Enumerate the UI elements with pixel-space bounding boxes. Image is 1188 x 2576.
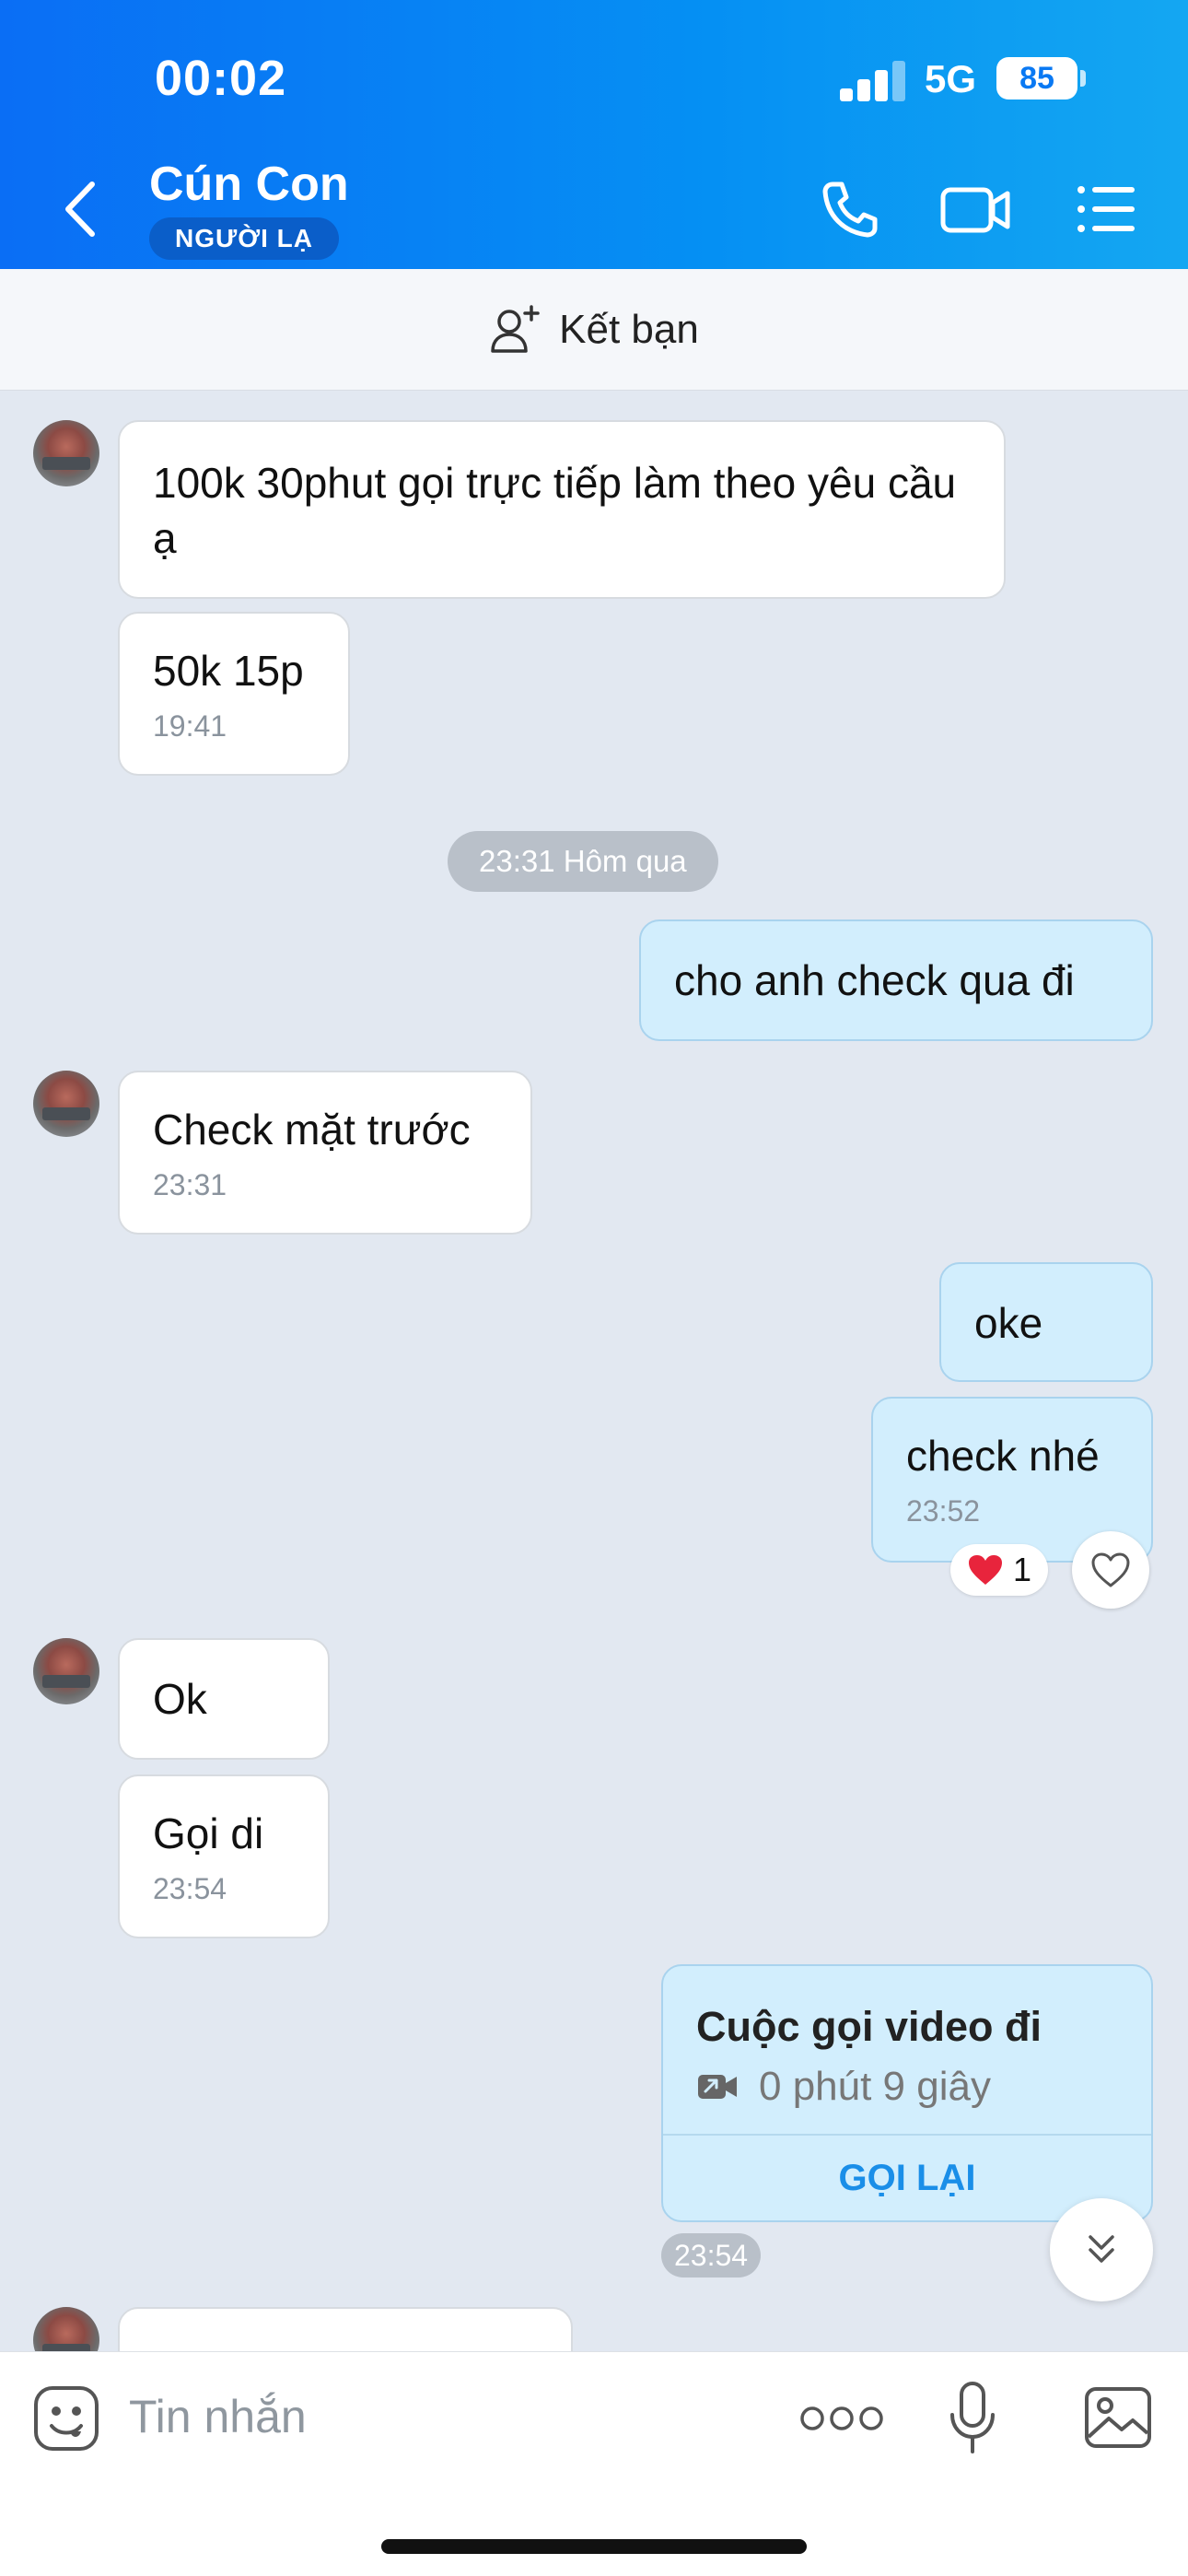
status-time: 00:02 bbox=[155, 51, 287, 106]
message-time: 23:31 bbox=[153, 1168, 227, 1201]
video-camera-icon[interactable] bbox=[939, 177, 1013, 241]
stranger-badge: NGƯỜI LẠ bbox=[149, 217, 339, 260]
video-call-icon bbox=[698, 2075, 737, 2099]
heart-reaction-icon bbox=[969, 1555, 1002, 1585]
more-dots-icon[interactable] bbox=[799, 2404, 884, 2433]
video-call-card[interactable]: Cuộc gọi video đi 0 phút 9 giây GỌI LẠI bbox=[661, 1964, 1153, 2222]
avatar[interactable] bbox=[33, 1071, 99, 1137]
message-text: oke bbox=[974, 1299, 1043, 1347]
reaction-count: 1 bbox=[1013, 1551, 1032, 1588]
message-bubble[interactable]: Ok bbox=[118, 1638, 330, 1760]
battery-icon: 85 bbox=[996, 57, 1077, 100]
signal-icon bbox=[840, 59, 906, 101]
chat-header: 00:02 5G 85 Cún Con NGƯỜI LẠ bbox=[0, 0, 1188, 269]
message-time: 19:41 bbox=[153, 709, 227, 743]
microphone-icon[interactable] bbox=[947, 2380, 998, 2457]
add-friend-label: Kết bạn bbox=[559, 306, 699, 352]
home-indicator bbox=[381, 2539, 807, 2554]
message-text: check nhé bbox=[906, 1432, 1100, 1480]
call-title: Cuộc gọi video đi bbox=[696, 2003, 1042, 2050]
message-time: 23:54 bbox=[153, 1872, 227, 1905]
back-chevron-icon[interactable] bbox=[57, 177, 103, 241]
add-user-icon bbox=[491, 304, 540, 353]
message-bubble[interactable]: Check mặt trước 23:31 bbox=[118, 1071, 532, 1235]
heart-outline-icon bbox=[1091, 1552, 1130, 1587]
phone-icon[interactable] bbox=[816, 177, 882, 241]
date-divider: 23:31 Hôm qua bbox=[448, 831, 718, 892]
call-duration: 0 phút 9 giây bbox=[759, 2064, 991, 2109]
message-bubble[interactable]: Gọi di 23:54 bbox=[118, 1774, 330, 1938]
message-time: 23:54 bbox=[661, 2233, 762, 2277]
add-friend-bar[interactable]: Kết bạn bbox=[0, 269, 1188, 391]
avatar[interactable] bbox=[33, 1638, 99, 1704]
message-input[interactable] bbox=[129, 2380, 718, 2453]
menu-list-icon[interactable] bbox=[1076, 177, 1136, 241]
contact-name[interactable]: Cún Con bbox=[149, 157, 349, 212]
message-text: 50k 15p bbox=[153, 647, 304, 695]
sticker-icon[interactable] bbox=[31, 2383, 101, 2453]
network-label: 5G bbox=[925, 57, 977, 100]
message-text: cho anh check qua đi bbox=[674, 956, 1075, 1004]
message-bubble[interactable]: cho anh check qua đi bbox=[639, 919, 1153, 1041]
message-bubble[interactable]: oke bbox=[939, 1262, 1153, 1382]
message-bubble[interactable]: 50k 15p 19:41 bbox=[118, 612, 350, 776]
message-text: Check mặt trước bbox=[153, 1106, 471, 1153]
message-time: 23:52 bbox=[906, 1494, 981, 1528]
scroll-to-bottom-button[interactable] bbox=[1050, 2198, 1153, 2301]
message-text: Ok bbox=[153, 1675, 207, 1723]
message-text: 100k 30phut gọi trực tiếp làm theo yêu c… bbox=[153, 459, 957, 562]
reaction-badge[interactable]: 1 bbox=[950, 1544, 1049, 1596]
avatar[interactable] bbox=[33, 420, 99, 486]
image-icon[interactable] bbox=[1083, 2385, 1153, 2450]
call-duration-row: 0 phút 9 giây bbox=[696, 2064, 991, 2110]
react-button[interactable] bbox=[1072, 1531, 1149, 1609]
battery-tip bbox=[1080, 70, 1086, 87]
double-chevron-down-icon bbox=[1089, 2235, 1114, 2263]
message-text: Gọi di bbox=[153, 1809, 264, 1857]
message-bubble[interactable]: 100k 30phut gọi trực tiếp làm theo yêu c… bbox=[118, 420, 1006, 599]
